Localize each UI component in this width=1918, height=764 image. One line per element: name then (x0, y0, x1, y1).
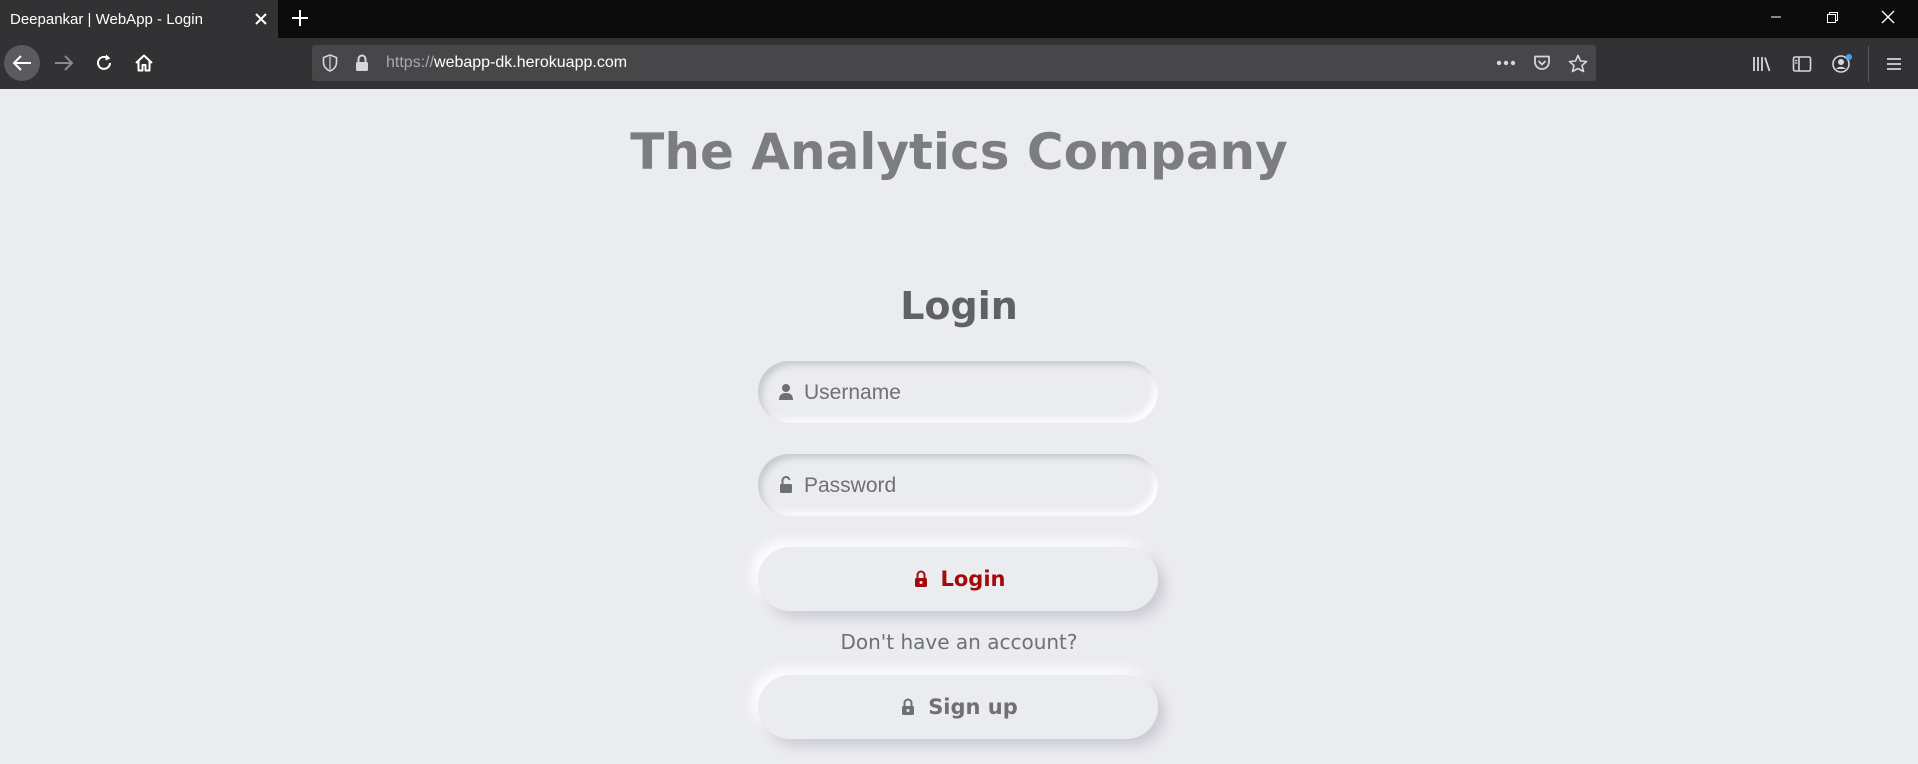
signup-button[interactable]: Sign up (758, 675, 1158, 739)
close-tab-icon[interactable] (244, 0, 278, 38)
page-content: The Analytics Company Login Login Don't … (0, 89, 1918, 764)
login-button[interactable]: Login (758, 547, 1158, 611)
page-actions-icon[interactable] (1496, 53, 1516, 73)
login-heading: Login (900, 284, 1018, 328)
unlock-icon (776, 475, 796, 495)
tab-title: Deepankar | WebApp - Login (10, 10, 203, 28)
tab-bar: Deepankar | WebApp - Login (0, 0, 1918, 38)
restore-icon[interactable] (1804, 0, 1860, 34)
no-account-text: Don't have an account? (840, 630, 1078, 654)
account-icon[interactable] (1824, 46, 1860, 82)
menu-icon[interactable] (1876, 46, 1912, 82)
minimize-icon[interactable] (1748, 0, 1804, 34)
user-icon (776, 382, 796, 402)
url-protocol: https:// (386, 54, 435, 71)
new-tab-icon[interactable] (282, 0, 318, 36)
username-field[interactable] (758, 361, 1158, 425)
back-arrow-icon[interactable] (4, 45, 40, 81)
library-icon[interactable] (1744, 46, 1780, 82)
username-input[interactable] (802, 361, 1136, 425)
signup-button-label: Sign up (928, 695, 1018, 719)
url-text[interactable]: https://webapp-dk.herokuapp.com (386, 45, 627, 81)
bookmark-star-icon[interactable] (1568, 53, 1588, 73)
shield-icon[interactable] (320, 53, 340, 73)
login-button-label: Login (940, 567, 1006, 591)
url-bar[interactable]: https://webapp-dk.herokuapp.com (312, 45, 1596, 81)
password-input[interactable] (802, 454, 1136, 518)
padlock-icon[interactable] (352, 53, 372, 73)
url-host: webapp-dk.herokuapp.com (434, 54, 628, 71)
pocket-icon[interactable] (1532, 53, 1552, 73)
lock-icon (911, 568, 931, 590)
browser-chrome: Deepankar | WebApp - Login https://webap… (0, 0, 1918, 89)
navigation-toolbar: https://webapp-dk.herokuapp.com (0, 38, 1918, 89)
sidebar-icon[interactable] (1784, 46, 1820, 82)
toolbar-separator (1868, 46, 1869, 82)
password-field[interactable] (758, 454, 1158, 518)
reload-icon[interactable] (86, 45, 122, 81)
tab-active[interactable]: Deepankar | WebApp - Login (0, 0, 278, 38)
company-title: The Analytics Company (630, 123, 1288, 181)
window-close-icon[interactable] (1860, 0, 1916, 34)
lock-icon (898, 696, 918, 718)
home-icon[interactable] (126, 45, 162, 81)
forward-arrow-icon[interactable] (46, 45, 82, 81)
